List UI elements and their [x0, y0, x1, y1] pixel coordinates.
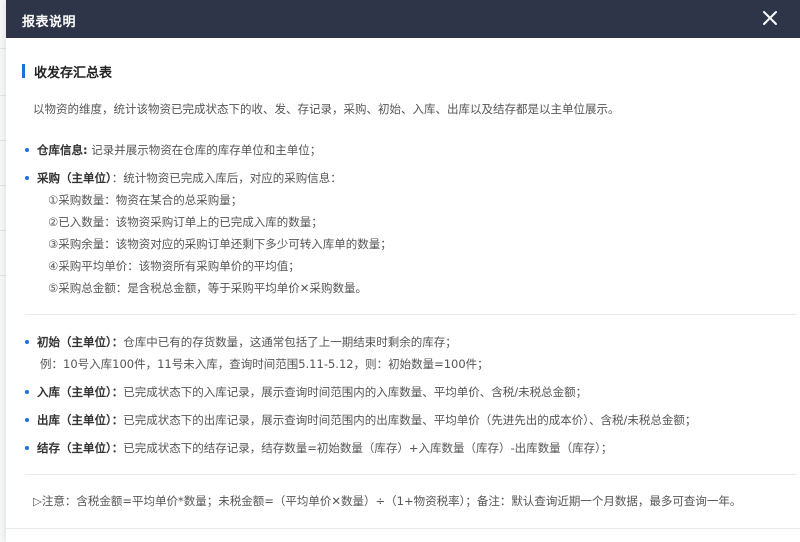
purchase-sub-item: ①采购数量：物资在某合的总采购量；: [48, 193, 243, 207]
list-item-outbound: 出库（主单位）：已完成状态下的出库记录，展示查询时间范围内的出库数量、平均单价（…: [25, 412, 696, 428]
item-label: 仓库信息:: [37, 143, 88, 157]
item-text: 记录并展示物资在仓库的库存单位和主单位；: [87, 143, 322, 157]
divider: [25, 474, 797, 475]
purchase-sub-item: ④采购平均单价：该物资所有采购单价的平均值；: [48, 259, 300, 273]
item-label: 结存（主单位）：: [37, 441, 124, 455]
bullet-icon: [25, 147, 29, 152]
bullet-icon: [25, 389, 29, 394]
list-item-purchase: 采购（主单位）：统计物资已完成入库后，对应的采购信息：: [25, 170, 342, 186]
bullet-icon: [25, 417, 29, 422]
item-text: ：统计物资已完成入库后，对应的采购信息：: [111, 171, 342, 185]
item-text: 已完成状态下的结存记录，结存数量=初始数量（库存）+入库数量（库存）-出库数量（…: [123, 441, 613, 455]
item-text: 已完成状态下的出库记录，展示查询时间范围内的出库数量、平均单价（先进先出的成本价…: [123, 413, 697, 427]
dialog-header: 报表说明: [6, 0, 800, 38]
item-label: 出库（主单位）：: [37, 413, 124, 427]
close-icon[interactable]: [760, 8, 780, 28]
item-text: 已完成状态下的入库记录，展示查询时间范围内的入库数量、平均单价、含税/未税总金额…: [123, 385, 588, 399]
dialog-bottom-divider: [6, 528, 800, 529]
bullet-icon: [25, 175, 29, 180]
list-item-warehouse: 仓库信息: 记录并展示物资在仓库的库存单位和主单位；: [25, 142, 321, 158]
purchase-sub-item: ②已入数量：该物资采购订单上的已完成入库的数量；: [48, 215, 323, 229]
list-item-balance: 结存（主单位）：已完成状态下的结存记录，结存数量=初始数量（库存）+入库数量（库…: [25, 440, 612, 456]
purchase-sub-item: ③采购余量：该物资对应的采购订单还剩下多少可转入库单的数量；: [48, 237, 392, 251]
initial-example: 例：10号入库100件，11号未入库，查询时间范围5.11-5.12，则：初始数…: [40, 357, 489, 371]
item-label: 初始（主单位）：: [37, 335, 124, 349]
section-accent-bar: [22, 64, 25, 78]
report-description-dialog: 报表说明 收发存汇总表 以物资的维度，统计该物资已完成状态下的收、发、存记录，采…: [6, 0, 800, 542]
section-title: 收发存汇总表: [34, 66, 113, 81]
item-text: 仓库中已有的存货数量，这通常包括了上一期结束时剩余的库存；: [123, 335, 457, 349]
list-item-initial: 初始（主单位）：仓库中已有的存货数量，这通常包括了上一期结束时剩余的库存；: [25, 334, 457, 350]
item-label: 入库（主单位）：: [37, 385, 124, 399]
dialog-title: 报表说明: [22, 15, 77, 30]
section-intro: 以物资的维度，统计该物资已完成状态下的收、发、存记录，采购、初始、入库、出库以及…: [33, 102, 620, 116]
bullet-icon: [25, 339, 29, 344]
divider: [25, 314, 797, 315]
purchase-sub-item: ⑤采购总金额：是含税总金额，等于采购平均单价✕采购数量。: [48, 281, 367, 295]
bullet-icon: [25, 445, 29, 450]
footer-note: ▷注意：含税金额=平均单价*数量；未税金额=（平均单价✕数量）÷（1+物资税率）…: [33, 494, 742, 508]
item-label: 采购（主单位）: [37, 171, 112, 185]
list-item-inbound: 入库（主单位）：已完成状态下的入库记录，展示查询时间范围内的入库数量、平均单价、…: [25, 384, 587, 400]
